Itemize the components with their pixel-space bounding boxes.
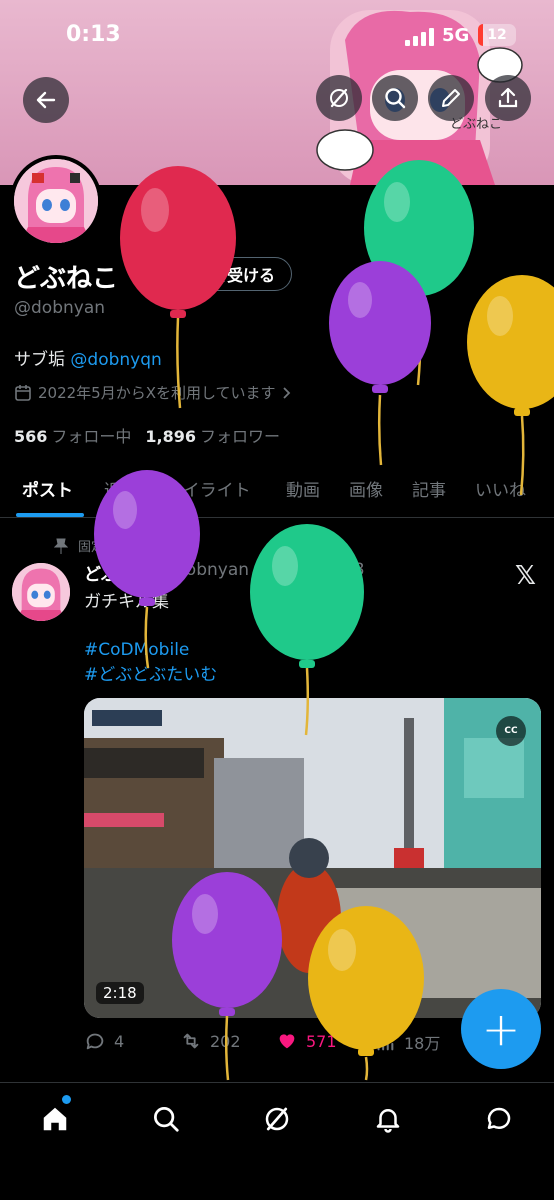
- nav-notifications[interactable]: [368, 1099, 408, 1139]
- following-label: フォロー中: [51, 427, 132, 446]
- post-avatar-illustration: [12, 563, 70, 621]
- get-verified-button[interactable]: 認証を受ける: [136, 257, 293, 291]
- compose-post-button[interactable]: +: [461, 989, 541, 1069]
- post-separator: ·: [255, 560, 261, 580]
- messages-icon: [487, 1107, 511, 1129]
- tab-replies[interactable]: 返信: [104, 476, 138, 501]
- back-button[interactable]: [23, 77, 69, 123]
- status-time: 0:13: [66, 22, 121, 47]
- search-icon: [154, 1107, 179, 1132]
- x-logo-icon: 𝕏: [515, 561, 536, 591]
- nav-search[interactable]: [146, 1099, 186, 1139]
- search-button[interactable]: [372, 75, 418, 121]
- post-actions: 4 202 571 18万: [84, 1030, 484, 1058]
- pencil-icon: [442, 89, 460, 107]
- pin-icon: [54, 538, 68, 554]
- reply-count: 4: [114, 1031, 125, 1051]
- profile-avatar[interactable]: [10, 155, 102, 247]
- share-button[interactable]: [485, 75, 531, 121]
- hashtag-link[interactable]: #どぶどぶたいむ: [84, 663, 217, 688]
- bio-text: サブ垢: [14, 350, 71, 370]
- home-icon: [43, 1107, 67, 1131]
- reply-icon: [86, 1033, 104, 1050]
- balloon-icon: [364, 160, 474, 386]
- nav-home[interactable]: [35, 1099, 75, 1139]
- heart-icon: [279, 1034, 295, 1049]
- views-icon: [377, 1034, 394, 1051]
- post-text: ガチキル集: [84, 592, 169, 612]
- pinned-label: 固定: [54, 536, 104, 555]
- pinned-text: 固定: [78, 540, 105, 555]
- bottom-navigation: [0, 1082, 554, 1200]
- views-count: 18万: [404, 1034, 441, 1053]
- profile-bio: サブ垢 @dobnyqn: [14, 345, 162, 370]
- followers-count: 1,896: [145, 427, 197, 446]
- tab-likes[interactable]: いいね: [475, 476, 526, 501]
- profile-tabs: ポスト 返信 ハイライト 動画 画像 記事 いいね: [0, 462, 554, 518]
- get-verified-label: 認証を受ける: [179, 266, 276, 285]
- repost-button[interactable]: 202: [180, 1030, 241, 1052]
- avatar-illustration: [14, 159, 98, 243]
- following-count: 566: [14, 427, 48, 446]
- joined-text: 2022年5月からXを利用しています: [38, 384, 276, 402]
- bio-mention-link[interactable]: @dobnyqn: [70, 350, 161, 370]
- share-icon: [498, 87, 518, 108]
- repost-icon: [183, 1033, 199, 1049]
- grok-button[interactable]: [316, 75, 362, 121]
- grok-icon: [330, 88, 348, 108]
- chevron-right-icon: [282, 386, 290, 399]
- followers-link[interactable]: 1,896 フォロワー: [145, 423, 280, 447]
- balloon-icon: [329, 261, 431, 466]
- grok-icon: [265, 1107, 289, 1131]
- edit-button[interactable]: [428, 75, 474, 121]
- post-author-name[interactable]: どぶねこ: [84, 560, 152, 585]
- repost-count: 202: [210, 1031, 241, 1051]
- video-duration: 2:18: [96, 982, 144, 1004]
- post-header: どぶねこ @dobnyan · 2024/12/28: [84, 560, 364, 585]
- post-author-handle: @dobnyan: [158, 560, 250, 580]
- arrow-left-icon: [36, 91, 56, 109]
- like-count: 571: [306, 1031, 337, 1051]
- nav-messages[interactable]: [479, 1099, 519, 1139]
- tab-images[interactable]: 画像: [349, 476, 383, 501]
- video-frame: [84, 698, 541, 1018]
- status-bar: 0:13 5G 12: [0, 0, 554, 70]
- tab-articles[interactable]: 記事: [412, 476, 446, 501]
- post-avatar[interactable]: [12, 563, 70, 621]
- post-video[interactable]: [84, 698, 541, 1018]
- views-button[interactable]: 18万: [374, 1030, 440, 1054]
- tab-highlights[interactable]: ハイライト: [166, 476, 251, 501]
- tab-videos[interactable]: 動画: [286, 476, 320, 501]
- joined-date[interactable]: 2022年5月からXを利用しています: [14, 382, 292, 403]
- following-link[interactable]: 566 フォロー中: [14, 423, 131, 447]
- post-date: 2024/12/28: [266, 560, 365, 580]
- network-type: 5G: [442, 25, 470, 46]
- active-tab-indicator: [16, 513, 84, 517]
- follow-stats: 566 フォロー中 1,896 フォロワー: [14, 423, 280, 447]
- verified-badge-icon: [151, 264, 171, 284]
- cellular-signal-icon: [405, 28, 434, 46]
- reply-button[interactable]: 4: [84, 1030, 124, 1052]
- hashtag-link[interactable]: #CoDMobile: [84, 638, 217, 663]
- tab-posts[interactable]: ポスト: [22, 476, 73, 501]
- bell-icon: [376, 1109, 400, 1133]
- profile-name: どぶねこ: [14, 264, 119, 294]
- profile-handle: @dobnyan: [14, 298, 106, 318]
- battery-indicator: 12: [478, 24, 516, 46]
- captions-button[interactable]: CC: [496, 716, 526, 746]
- calendar-icon: [15, 384, 31, 401]
- followers-label: フォロワー: [200, 427, 281, 446]
- nav-grok[interactable]: [257, 1099, 297, 1139]
- home-notification-dot: [62, 1095, 71, 1104]
- like-button[interactable]: 571: [276, 1030, 337, 1052]
- search-icon: [385, 88, 406, 109]
- post-hashtags: #CoDMobile #どぶどぶたいむ: [84, 638, 217, 688]
